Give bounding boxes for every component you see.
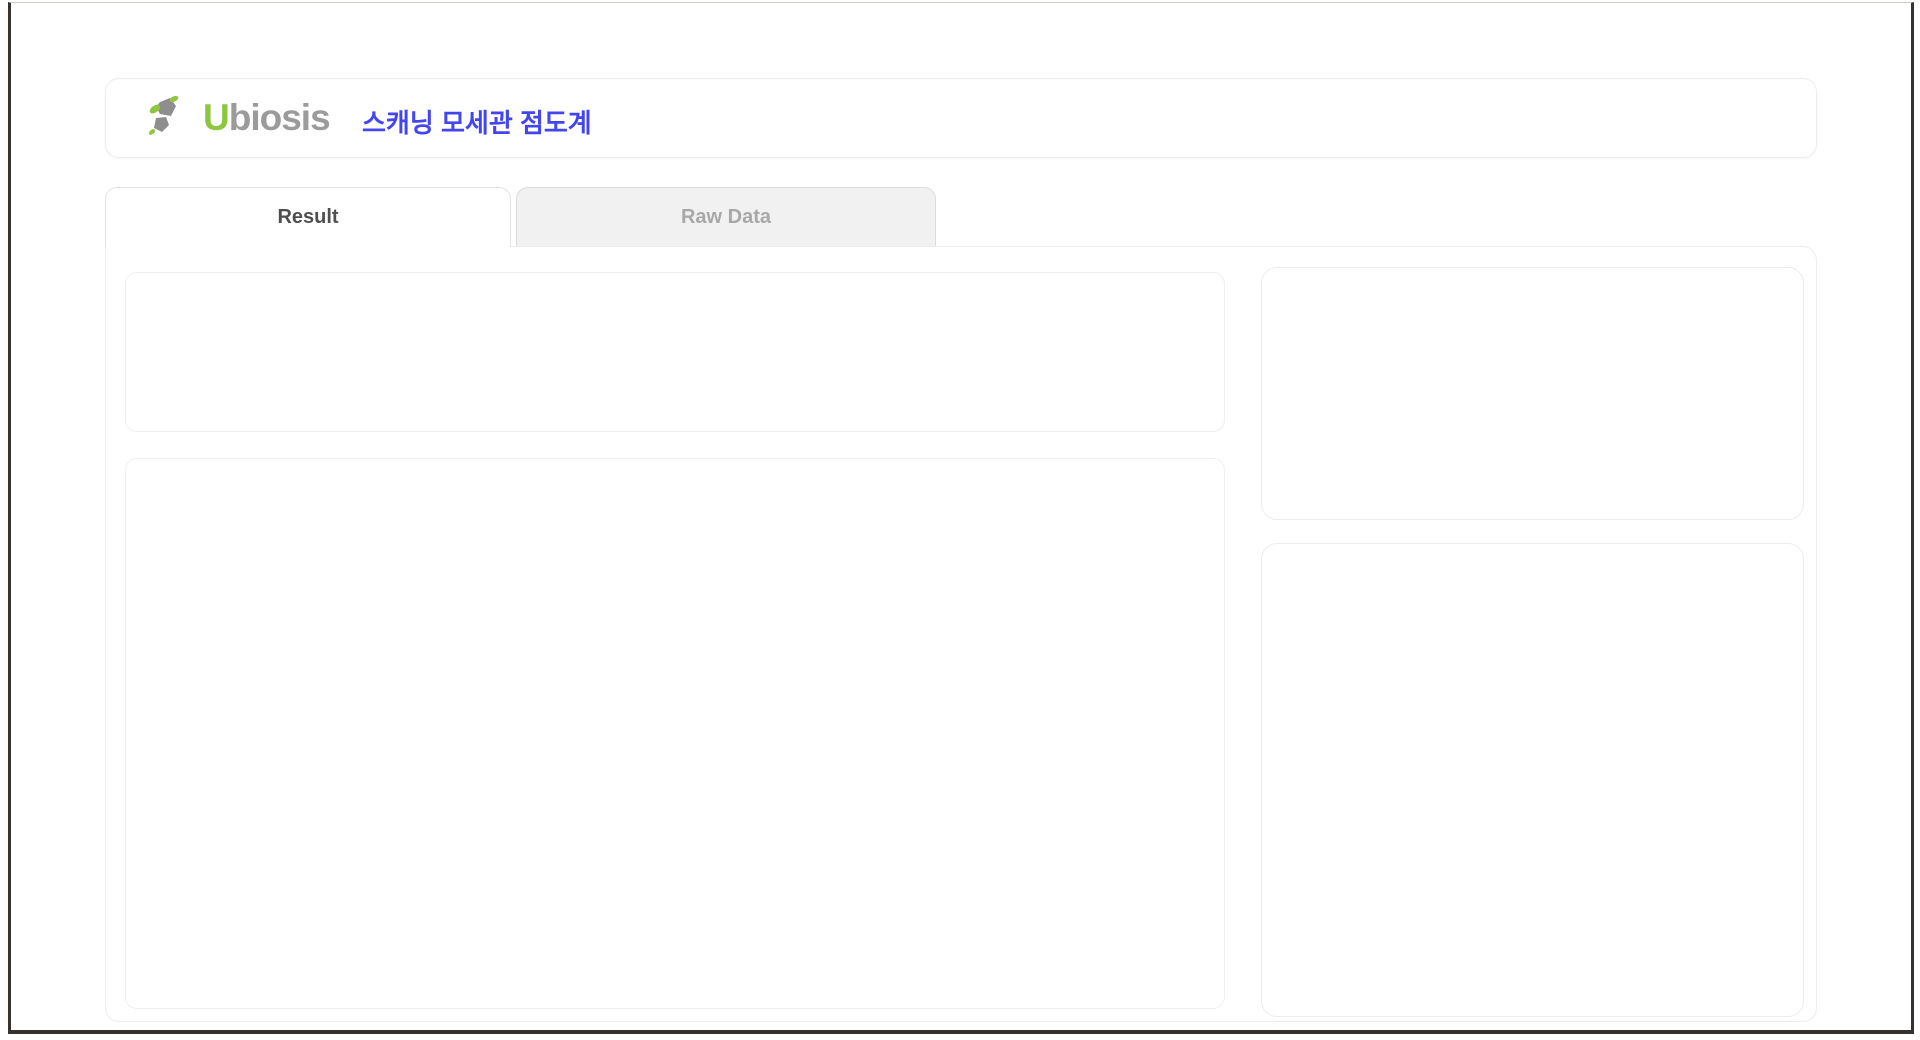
viscometer-app: { "window": { "close_label": "×" }, "hea… <box>0 0 1920 1040</box>
brand-wordmark: Ubiosis <box>203 97 331 139</box>
tab-result[interactable]: Result <box>105 187 511 247</box>
brand-logo: Ubiosis <box>146 92 331 145</box>
brand-u: U <box>203 97 230 138</box>
app-title: 스캐닝 모세관 점도계 <box>362 108 592 138</box>
shear-viscosity-card <box>1261 543 1804 1017</box>
brand-rest: biosis <box>228 97 331 138</box>
ubiosis-leaf-icon <box>146 92 194 145</box>
blood-viscosity-card <box>1261 267 1804 520</box>
graph-card <box>125 458 1225 1009</box>
tab-raw-data[interactable]: Raw Data <box>516 187 936 246</box>
file-info-card <box>125 272 1225 432</box>
